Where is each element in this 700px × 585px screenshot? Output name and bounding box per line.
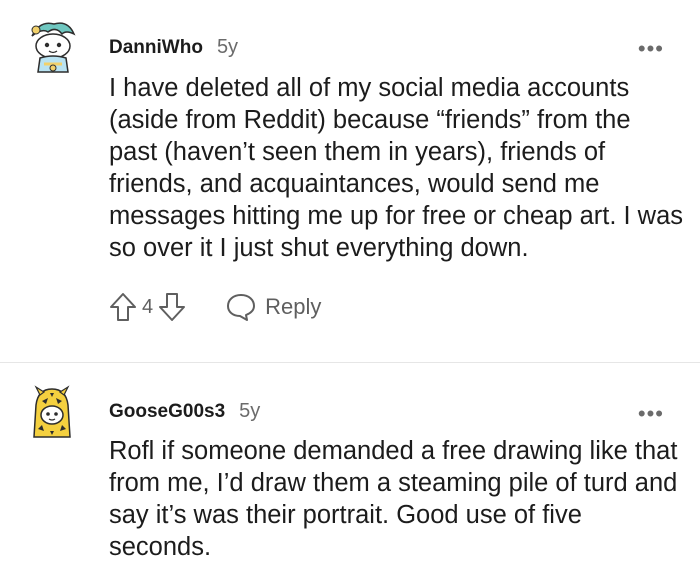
avatar[interactable] — [22, 385, 82, 445]
comment-header: GooseG00s3 5y — [109, 400, 260, 423]
comment-age: 5y — [239, 400, 261, 422]
arrow-up-icon[interactable] — [108, 291, 138, 323]
speech-bubble-icon — [227, 294, 256, 321]
vote-group: 4 — [108, 291, 187, 323]
avatar-snoo-icon — [31, 22, 76, 73]
username[interactable]: GooseG00s3 — [109, 401, 225, 423]
reply-button[interactable]: Reply — [225, 292, 321, 322]
avatar-snoo-icon — [33, 385, 71, 438]
comment-text: Rofl if someone demanded a free drawing … — [109, 437, 678, 561]
more-options-icon[interactable]: ••• — [638, 403, 664, 425]
comment-1: DanniWho 5y ••• I have deleted all of my… — [0, 0, 700, 362]
comment-actions: 4 Reply — [108, 290, 321, 324]
username[interactable]: DanniWho — [109, 37, 203, 59]
comment-age: 5y — [216, 36, 239, 58]
comment-2: GooseG00s3 5y ••• Rofl if someone demand… — [0, 363, 700, 585]
arrow-down-icon[interactable] — [157, 291, 187, 323]
more-options-icon[interactable]: ••• — [638, 38, 664, 60]
comment-text: I have deleted all of my social media ac… — [109, 74, 684, 262]
avatar[interactable] — [22, 18, 82, 78]
comment-header: DanniWho 5y — [109, 36, 238, 59]
vote-count: 4 — [142, 295, 154, 318]
reply-label: Reply — [265, 294, 322, 319]
